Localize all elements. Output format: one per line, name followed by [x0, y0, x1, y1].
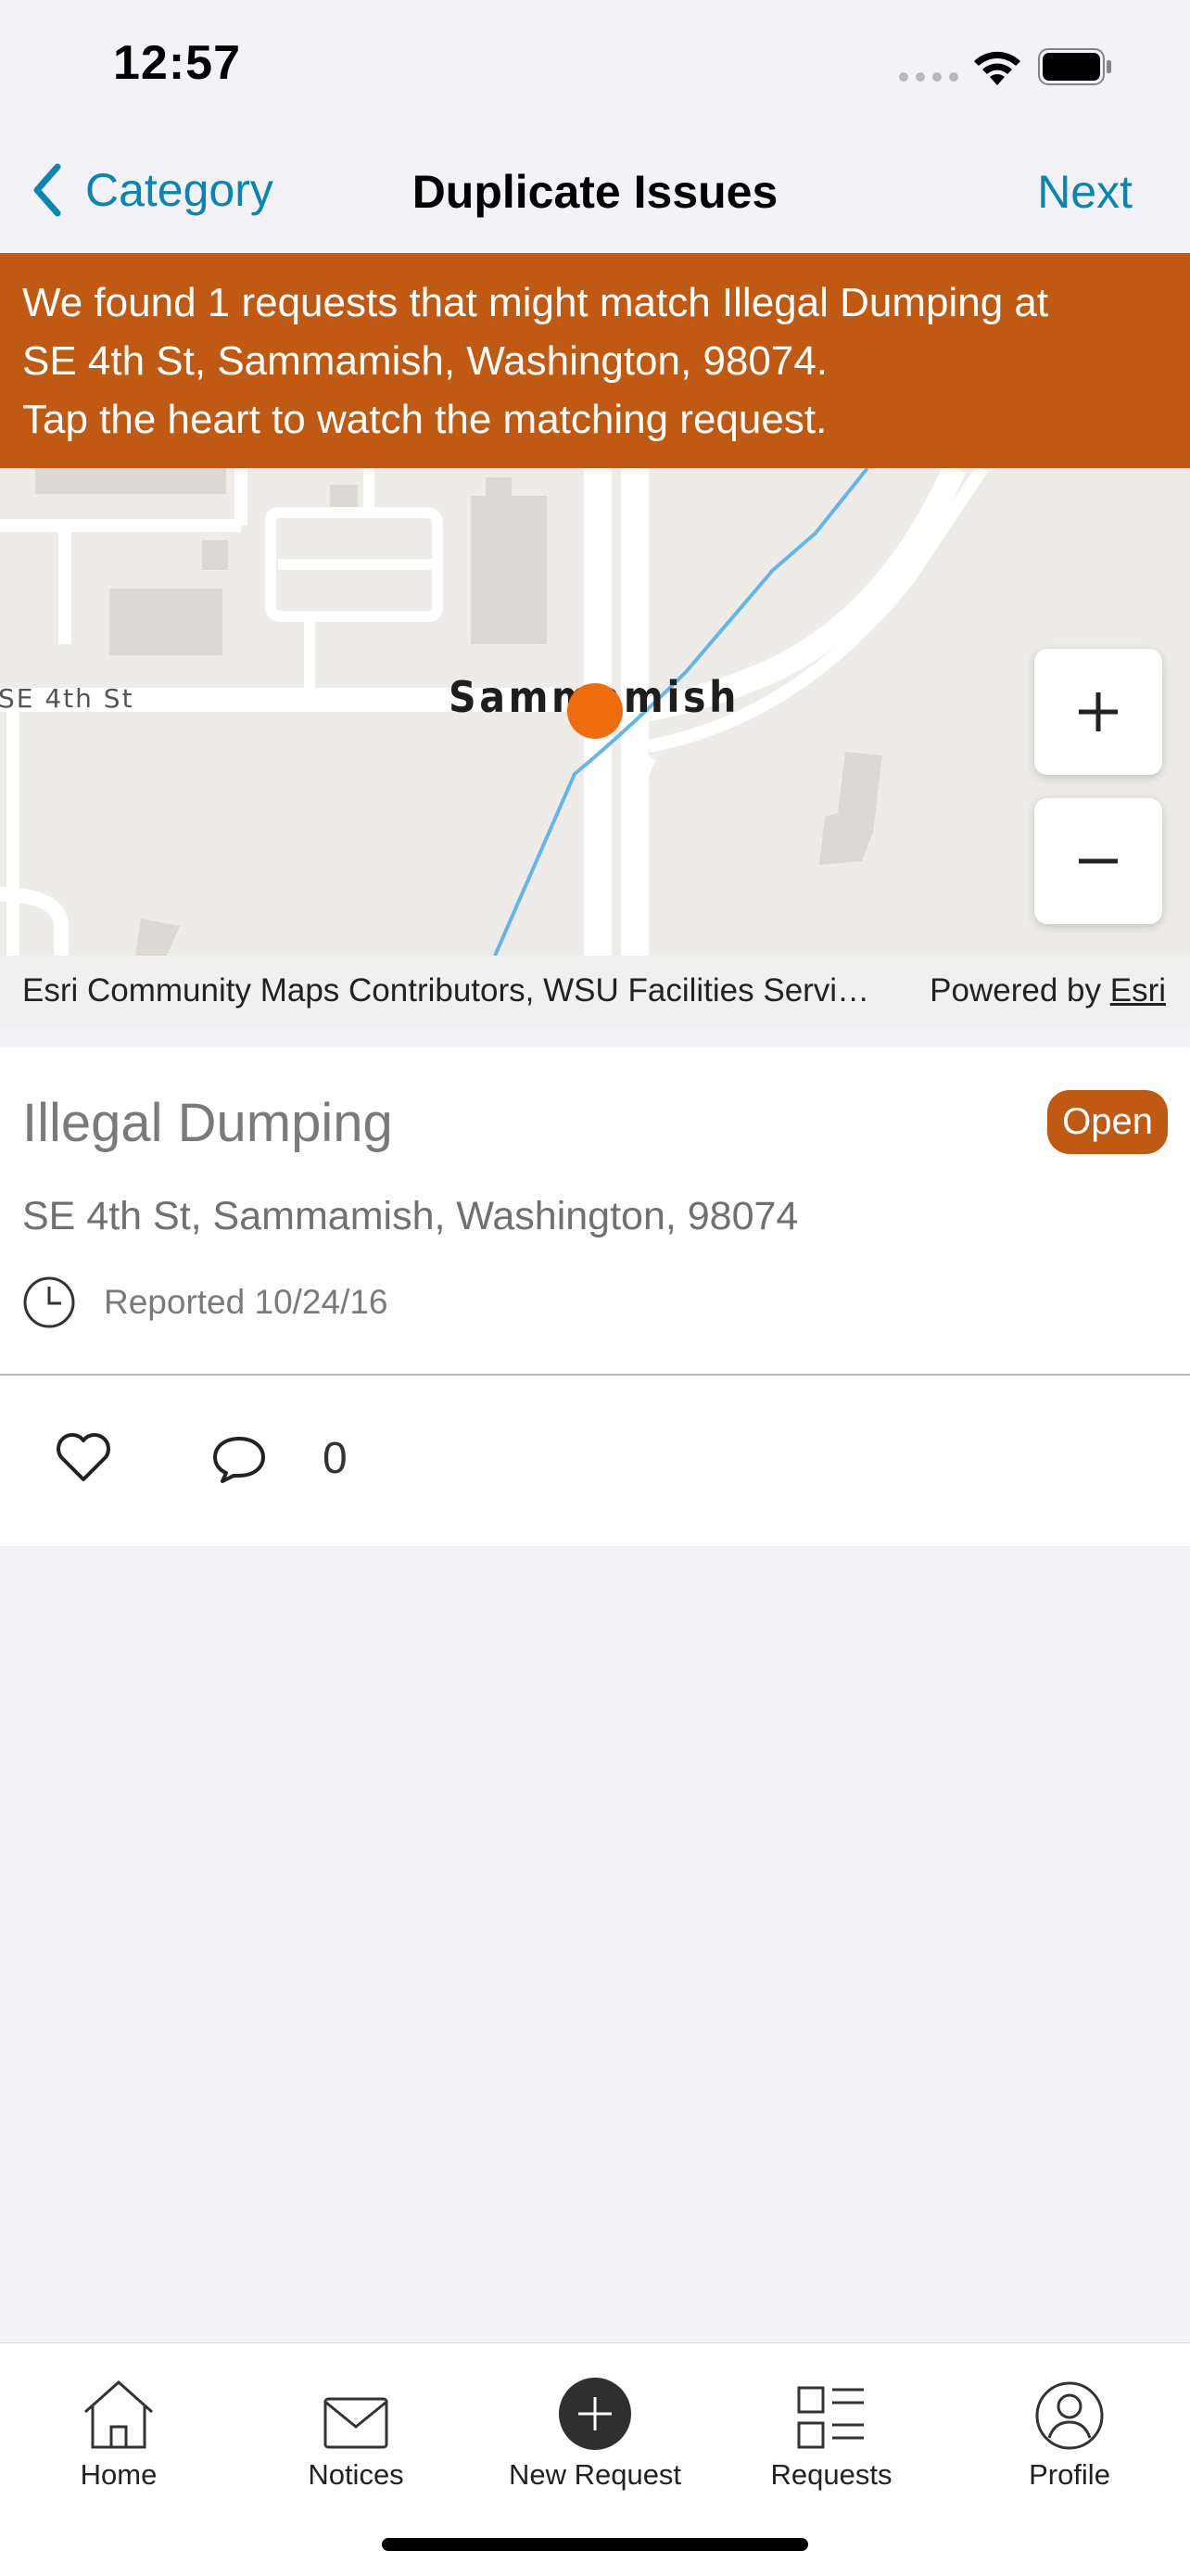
tab-label: Requests: [770, 2458, 892, 2491]
battery-icon: [1038, 48, 1111, 85]
plus-circle-icon: [559, 2378, 631, 2450]
tab-label: New Request: [508, 2458, 682, 2491]
tab-label: Profile: [1029, 2458, 1110, 2491]
heart-icon[interactable]: [56, 1431, 111, 1483]
next-button[interactable]: Next: [1037, 165, 1133, 219]
navigation-bar: Category Duplicate Issues Next: [0, 139, 1190, 254]
tab-profile[interactable]: Profile: [968, 2362, 1171, 2492]
home-icon: [84, 2379, 153, 2449]
banner-line: SE 4th St, Sammamish, Washington, 98074.: [22, 338, 829, 384]
map-view[interactable]: SE 4th St Sammamish: [0, 468, 1190, 956]
tab-requests[interactable]: Requests: [729, 2362, 933, 2492]
person-icon: [1035, 2381, 1104, 2450]
request-card[interactable]: Illegal Dumping Open SE 4th St, Sammamis…: [0, 1047, 1190, 1376]
tab-new-request[interactable]: New Request: [493, 2362, 697, 2492]
list-icon: [797, 2386, 864, 2449]
request-title: Illegal Dumping: [22, 1093, 393, 1153]
request-location-marker[interactable]: [567, 683, 623, 739]
map-attribution: Esri Community Maps Contributors, WSU Fa…: [0, 956, 1190, 1026]
cellular-signal-icon: [899, 72, 958, 82]
zoom-out-button[interactable]: [1034, 798, 1162, 924]
map-base: SE 4th St Sammamish: [0, 468, 1190, 956]
home-indicator: [382, 2538, 808, 2551]
wifi-icon: [974, 51, 1020, 85]
tab-label: Home: [80, 2458, 158, 2491]
status-time: 12:57: [113, 36, 241, 90]
banner-line: We found 1 requests that might match Ill…: [22, 280, 1049, 325]
reported-row: Reported 10/24/16: [22, 1275, 388, 1329]
tab-notices[interactable]: Notices: [254, 2362, 458, 2492]
request-address: SE 4th St, Sammamish, Washington, 98074: [22, 1194, 799, 1238]
status-bar: 12:57: [0, 0, 1190, 139]
tab-home[interactable]: Home: [17, 2362, 221, 2492]
duplicate-notice-banner: We found 1 requests that might match Ill…: [0, 253, 1190, 468]
banner-line: Tap the heart to watch the matching requ…: [22, 397, 828, 442]
reported-date: Reported 10/24/16: [104, 1283, 388, 1321]
plus-icon: [1079, 692, 1118, 731]
minus-icon: [1079, 858, 1118, 864]
envelope-icon: [323, 2397, 388, 2449]
zoom-in-button[interactable]: [1034, 649, 1162, 775]
actions-bar: 0: [0, 1376, 1190, 1546]
tab-label: Notices: [308, 2458, 404, 2491]
powered-by-label: Powered by: [930, 972, 1101, 1009]
comment-count: 0: [323, 1434, 348, 1483]
clock-icon: [23, 1276, 75, 1328]
street-label: SE 4th St: [0, 683, 134, 714]
status-badge: Open: [1047, 1090, 1168, 1154]
powered-by: Powered by Esri: [930, 972, 1166, 1009]
page-title: Duplicate Issues: [411, 166, 779, 218]
comment-icon[interactable]: [211, 1433, 267, 1485]
esri-link[interactable]: Esri: [1110, 972, 1166, 1009]
attribution-text: Esri Community Maps Contributors, WSU Fa…: [22, 972, 870, 1009]
